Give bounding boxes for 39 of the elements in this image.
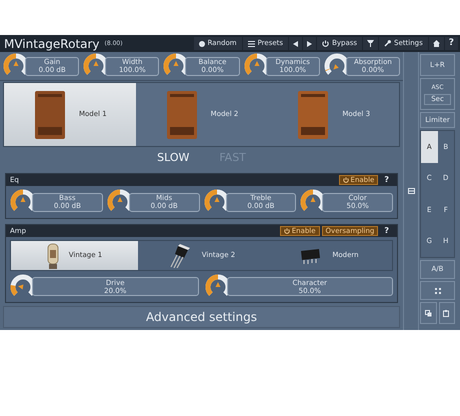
panel-toggle-icon[interactable] <box>408 188 414 194</box>
wrench-icon <box>384 40 392 47</box>
expand-icon <box>434 288 440 294</box>
knob[interactable] <box>10 190 36 211</box>
copy-button[interactable] <box>420 302 436 324</box>
knob[interactable] <box>244 54 270 75</box>
transistor-drawing <box>168 244 192 268</box>
knob[interactable] <box>204 190 229 211</box>
knob[interactable] <box>10 274 36 296</box>
help-button[interactable]: ? <box>380 225 393 237</box>
speed-option[interactable]: SLOW <box>157 150 190 166</box>
lamp-button[interactable] <box>363 37 378 50</box>
knob[interactable] <box>4 54 28 75</box>
help-button[interactable]: ? <box>380 174 393 186</box>
help-button[interactable]: ? <box>444 37 458 50</box>
advanced-settings-button[interactable]: Advanced settings <box>3 306 400 328</box>
prev-button[interactable] <box>289 37 302 50</box>
knob[interactable] <box>205 274 230 296</box>
right-arrow-icon <box>307 40 312 46</box>
speaker-cabinet-drawing <box>32 88 67 140</box>
expand-button[interactable] <box>420 281 455 300</box>
speaker-cabinet-drawing <box>164 88 199 140</box>
speaker-cabinet-drawing <box>296 88 330 140</box>
left-arrow-icon <box>293 40 298 46</box>
power-icon <box>322 40 330 47</box>
power-icon <box>284 228 290 234</box>
vacuum-tube-drawing <box>46 242 59 270</box>
list-icon <box>248 40 255 46</box>
app-title: MVintageRotary <box>4 38 100 50</box>
paste-button[interactable] <box>438 302 455 324</box>
next-button[interactable] <box>303 37 316 50</box>
copy-icon <box>424 310 432 316</box>
home-icon <box>432 40 440 47</box>
chip-drawing <box>298 246 322 264</box>
home-button[interactable] <box>428 37 444 50</box>
knob[interactable] <box>324 54 350 75</box>
paste-icon <box>443 310 450 316</box>
knob[interactable] <box>107 190 132 211</box>
power-icon <box>342 177 349 183</box>
